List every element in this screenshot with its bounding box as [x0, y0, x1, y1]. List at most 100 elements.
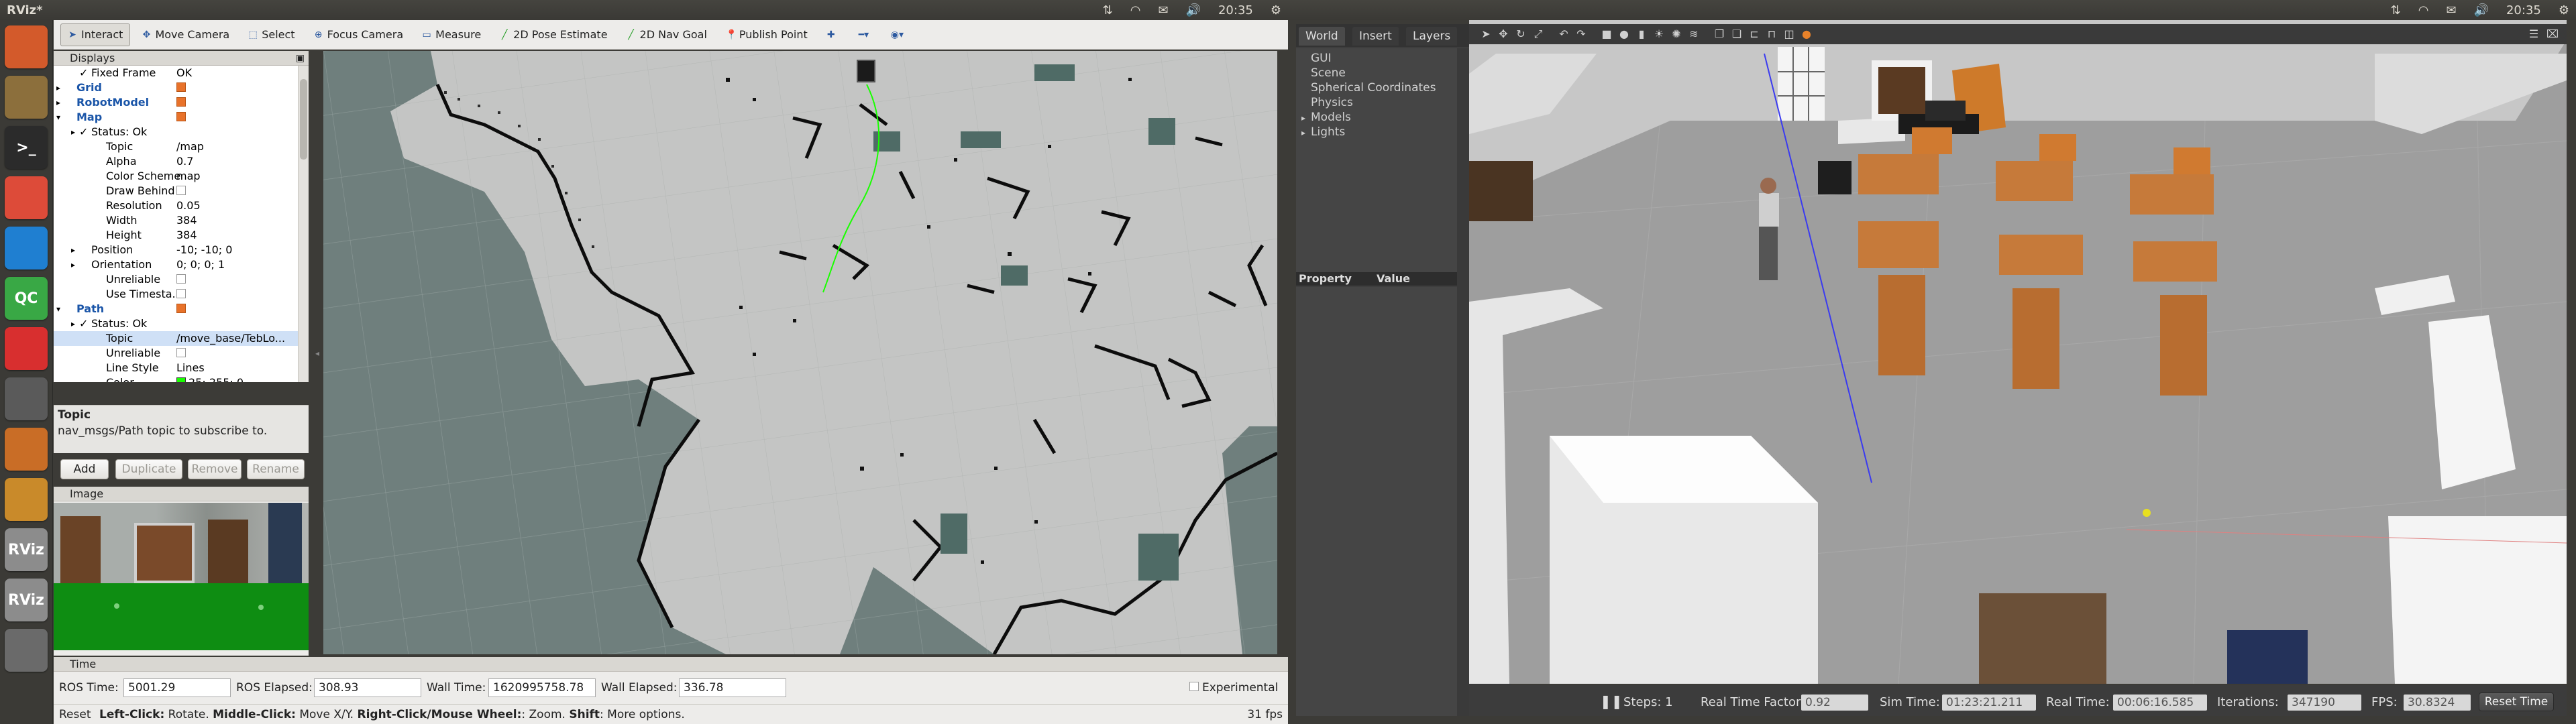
launcher-qtcreator-icon[interactable]: QC	[5, 277, 48, 320]
launcher-chrome-icon[interactable]	[5, 176, 48, 219]
remove-display-button[interactable]: Remove	[188, 459, 241, 479]
directional-light-icon[interactable]: ≋	[1686, 27, 1701, 42]
rotate-icon[interactable]: ↻	[1513, 27, 1528, 42]
copy-icon[interactable]: ❐	[1712, 27, 1727, 42]
pause-icon[interactable]: ❚❚	[1600, 693, 1623, 709]
tool-2d-nav-goal-button[interactable]: ╱ 2D Nav Goal	[619, 23, 714, 46]
tab-layers[interactable]: Layers	[1406, 27, 1458, 46]
ros-elapsed-field[interactable]: 308.93	[314, 678, 421, 697]
expand-arrow-icon[interactable]: ▸	[71, 257, 75, 272]
clock-right[interactable]: 20:35	[2506, 3, 2541, 17]
world-item[interactable]: Physics	[1301, 95, 1353, 110]
display-row[interactable]: Unreliable	[54, 272, 298, 287]
display-row[interactable]: Use Timesta...	[54, 287, 298, 302]
input-method-icon[interactable]: ✉	[1158, 3, 1168, 17]
tool-publish-point-button[interactable]: 📍 Publish Point	[718, 23, 815, 46]
tree-scrollbar[interactable]	[298, 66, 309, 382]
add-display-button[interactable]: Add	[60, 459, 109, 479]
wifi-icon[interactable]: ◠	[1130, 3, 1141, 17]
display-row-value[interactable]	[176, 95, 186, 110]
align-icon[interactable]: ⊏	[1747, 27, 1762, 42]
tool-measure-button[interactable]: ▭ Measure	[415, 23, 488, 46]
expand-arrow-icon[interactable]: ▸	[1301, 125, 1311, 140]
expand-arrow-icon[interactable]: ▸	[71, 243, 75, 257]
display-row[interactable]: ▸ RobotModel	[54, 95, 298, 110]
display-row-value[interactable]: OK	[176, 66, 192, 80]
tool-move-camera-button[interactable]: ✥ Move Camera	[134, 23, 237, 46]
display-row-value[interactable]: 0.05	[176, 198, 201, 213]
display-checkbox[interactable]	[176, 112, 186, 121]
launcher-netease-icon[interactable]	[5, 327, 48, 370]
display-row[interactable]: ▾ Map	[54, 110, 298, 125]
world-item[interactable]: Spherical Coordinates	[1301, 80, 1436, 95]
launcher-vscode-icon[interactable]	[5, 227, 48, 269]
display-row-value[interactable]	[176, 302, 186, 316]
launcher-archive-icon[interactable]	[5, 428, 48, 471]
volume-icon[interactable]: 🔊	[2474, 3, 2489, 17]
tool-2d-pose-estimate-button[interactable]: ╱ 2D Pose Estimate	[492, 23, 614, 46]
display-row[interactable]: Topic/map	[54, 139, 298, 154]
color-swatch[interactable]	[176, 377, 186, 382]
reset-time-button[interactable]: Reset Time	[2479, 692, 2554, 711]
display-row-value[interactable]: /move_base/TebLo...	[176, 331, 285, 346]
display-row[interactable]: Line Style Lines	[54, 361, 298, 375]
reset-button[interactable]: Reset	[59, 705, 91, 724]
display-row[interactable]: ✓ Fixed Frame OK	[54, 66, 298, 80]
tool-extra-1-button[interactable]: ✚	[819, 23, 847, 46]
sun-icon[interactable]: ☀	[1652, 27, 1666, 42]
display-row[interactable]: Width 384	[54, 213, 298, 228]
expand-arrow-icon[interactable]: ▸	[1301, 111, 1311, 125]
display-checkbox[interactable]	[176, 304, 186, 313]
expand-arrow-icon[interactable]: ▸	[71, 125, 75, 139]
world-item[interactable]: GUI	[1301, 51, 1332, 66]
displays-tree[interactable]: ✓ Fixed Frame OK ▸ Grid ▸ RobotModel ▾ Map ▸ ✓ Stat…	[54, 66, 298, 382]
tool-focus-camera-button[interactable]: ⊕ Focus Camera	[307, 23, 411, 46]
display-row[interactable]: ▸ Grid	[54, 80, 298, 95]
display-checkbox[interactable]	[176, 348, 186, 357]
display-row-value[interactable]: 0.7	[176, 154, 193, 169]
select-arrow-icon[interactable]: ➤	[1479, 27, 1493, 42]
rename-display-button[interactable]: Rename	[247, 459, 305, 479]
display-row[interactable]: ▸ Position -10; -10; 0	[54, 243, 298, 257]
launcher-ubuntu-dash-icon[interactable]	[5, 25, 48, 68]
wifi-icon[interactable]: ◠	[2418, 3, 2429, 17]
display-row-value[interactable]: Lines	[176, 361, 205, 375]
launcher-box-icon[interactable]	[5, 478, 48, 521]
view-angle-icon[interactable]: ◫	[1782, 27, 1796, 42]
display-row[interactable]: ▸ ✓ Status: Ok	[54, 316, 298, 331]
world-item[interactable]: ▸ Lights	[1301, 125, 1345, 139]
map-render[interactable]	[323, 51, 1277, 654]
undo-icon[interactable]: ↶	[1556, 27, 1571, 42]
display-row[interactable]: Alpha 0.7	[54, 154, 298, 169]
spot-light-icon[interactable]: ✺	[1669, 27, 1684, 42]
clock[interactable]: 20:35	[1218, 3, 1253, 17]
world-item[interactable]: Scene	[1301, 66, 1346, 80]
expand-arrow-icon[interactable]: ▾	[56, 302, 60, 316]
tab-insert[interactable]: Insert	[1352, 27, 1399, 46]
expand-arrow-icon[interactable]: ▸	[56, 95, 60, 110]
settings-gear-icon[interactable]: ⚙	[2559, 3, 2569, 17]
volume-icon[interactable]: 🔊	[1186, 3, 1201, 17]
view-splitter-left[interactable]: ◂	[315, 349, 319, 362]
display-checkbox[interactable]	[176, 97, 186, 107]
display-row[interactable]: Topic/move_base/TebLo...	[54, 331, 298, 346]
world-item[interactable]: ▸ Models	[1301, 110, 1351, 125]
orange-record-icon[interactable]: ●	[1799, 27, 1814, 42]
tool-extra-3-button[interactable]: ◉▾	[883, 23, 912, 46]
display-row-value[interactable]: 0; 0; 0; 1	[176, 257, 225, 272]
display-row-value[interactable]: 384	[176, 228, 197, 243]
sphere-icon[interactable]: ●	[1617, 27, 1631, 42]
launcher-files-icon[interactable]	[5, 76, 48, 119]
tool-interact-button[interactable]: ➤ Interact	[60, 23, 131, 46]
display-row-value[interactable]	[176, 110, 186, 125]
expand-arrow-icon[interactable]: ▸	[56, 80, 60, 95]
input-method-icon[interactable]: ✉	[2446, 3, 2456, 17]
dock-float-icon[interactable]: ▣	[296, 51, 305, 66]
display-row-value[interactable]	[176, 80, 186, 95]
display-row[interactable]: ▸ ✓ Status: Ok	[54, 125, 298, 139]
screenshot-icon[interactable]: ⌧	[2545, 27, 2560, 42]
display-row[interactable]: Unreliable	[54, 346, 298, 361]
scene-render[interactable]	[1469, 20, 2567, 684]
scrollbar-thumb[interactable]	[300, 79, 307, 160]
steps-label[interactable]: Steps: 1	[1623, 695, 1673, 711]
